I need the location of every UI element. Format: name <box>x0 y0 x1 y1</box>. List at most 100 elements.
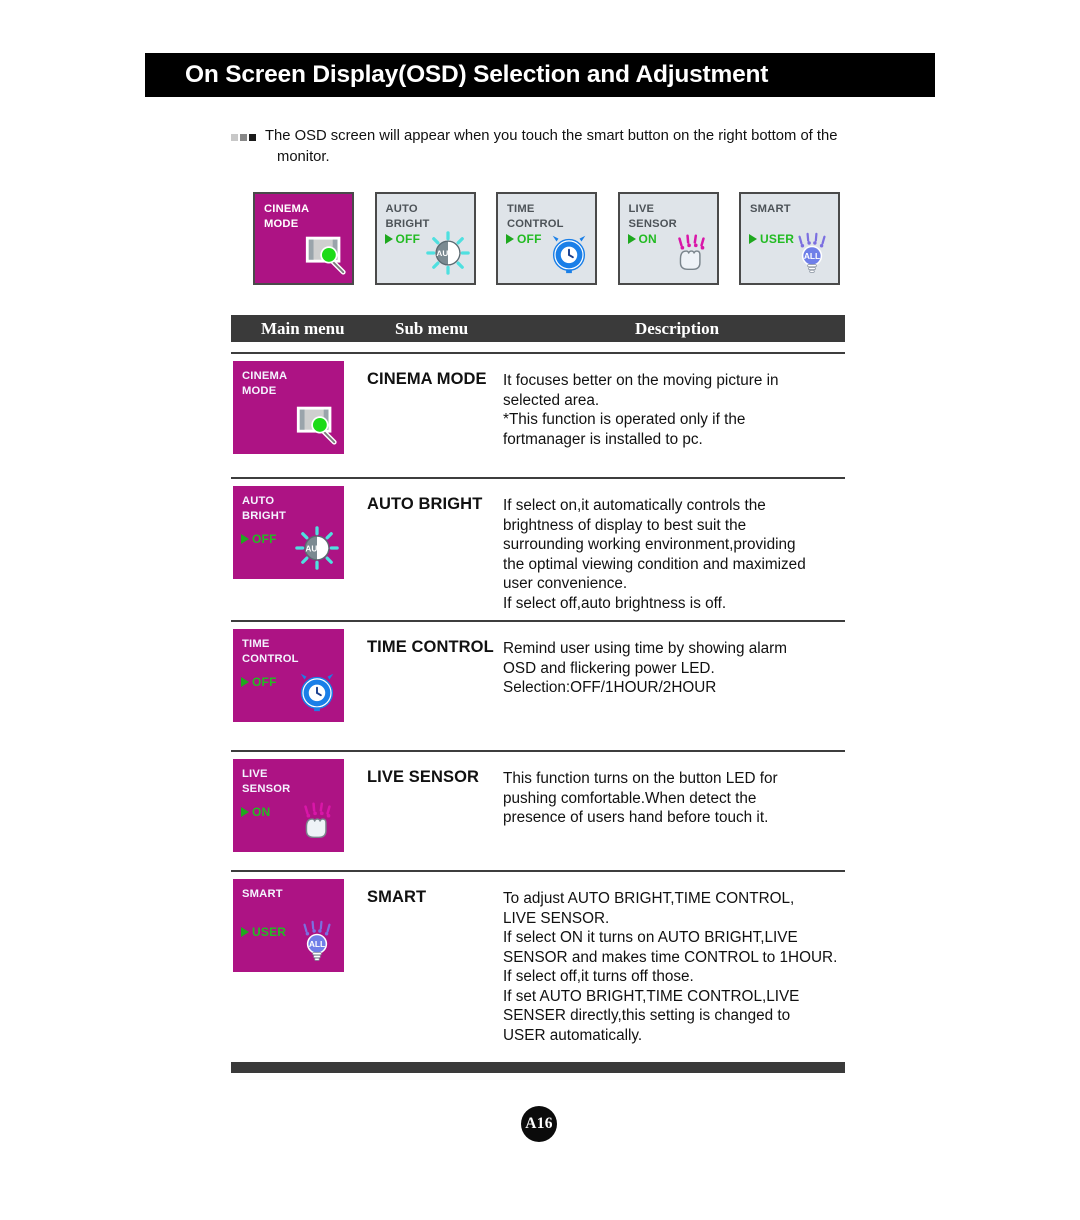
three-squares-bullet-icon <box>231 126 256 141</box>
smart-glyph: ALL <box>789 230 835 281</box>
description-line: presence of users hand before touch it. <box>503 809 769 826</box>
intro-line-2: monitor. <box>277 149 330 165</box>
osd-tile-label: TIME CONTROL <box>242 638 299 665</box>
description-line: If select on,it automatically controls t… <box>503 497 766 514</box>
submenu-label: AUTO BRIGHT <box>367 495 483 513</box>
description-line: LIVE SENSOR. <box>503 909 610 927</box>
play-arrow-icon <box>627 234 636 244</box>
osd-tile-label: LIVE SENSOR <box>242 768 291 795</box>
description-line: SENSOR and makes time CONTROL to 1HOUR. <box>503 948 838 966</box>
osd-tile-label: AUTO BRIGHT <box>385 203 430 230</box>
column-header-description: Description <box>635 319 720 338</box>
description-line: OSD and flickering power LED. <box>503 659 715 677</box>
svg-text:ALL: ALL <box>309 939 325 949</box>
osd-tile-cinema: CINEMA MODE <box>233 361 344 454</box>
description-text: If select on,it automatically controls t… <box>503 496 806 613</box>
description-line: USER automatically. <box>503 1026 643 1044</box>
row-divider <box>231 620 845 622</box>
osd-tile-auto[interactable]: AUTO BRIGHT OFF AUTO <box>374 192 476 285</box>
submenu-label: TIME CONTROL <box>367 638 494 656</box>
live-sensor-glyph <box>668 230 714 281</box>
osd-tile-value-text: ON <box>252 805 271 819</box>
description-line: surrounding working environment,providin… <box>503 536 796 553</box>
osd-tile-value: ON <box>241 805 270 819</box>
svg-text:AUTO: AUTO <box>436 249 460 258</box>
svg-text:ALL: ALL <box>804 251 820 261</box>
description-text: Remind user using time by showing alarm O… <box>503 639 787 698</box>
osd-tile-value: ON <box>627 232 657 246</box>
description-line: If select off,auto brightness is off. <box>503 594 727 612</box>
osd-tile-value: OFF <box>384 232 421 246</box>
intro-line-1: The OSD screen will appear when you touc… <box>265 128 838 144</box>
table-header: Main menu Sub menu Description <box>231 315 845 342</box>
osd-tile-live[interactable]: LIVE SENSOR ON <box>617 192 719 285</box>
osd-tile-value: USER <box>749 232 794 246</box>
osd-tile-label: AUTO BRIGHT <box>242 495 287 522</box>
description-line: selected area. <box>503 391 600 409</box>
osd-tile-value-text: OFF <box>252 675 277 689</box>
play-arrow-icon <box>749 234 757 244</box>
play-arrow-icon <box>241 677 249 687</box>
description-line: This function turns on the button LED fo… <box>503 770 778 787</box>
description-line: fortmanager is installed to pc. <box>503 430 703 448</box>
description-text: To adjust AUTO BRIGHT,TIME CONTROL, LIVE … <box>503 889 837 1045</box>
description-line: user convenience. <box>503 575 628 592</box>
description-line: If set AUTO BRIGHT,TIME CONTROL,LIVE <box>503 987 800 1005</box>
play-arrow-icon <box>384 234 393 244</box>
description-line: SENSER directly,this setting is changed … <box>503 1007 791 1024</box>
row-divider <box>231 352 845 354</box>
manual-page: On Screen Display(OSD) Selection and Adj… <box>0 0 1080 1220</box>
osd-tile-label: SMART <box>242 888 283 900</box>
submenu-label: LIVE SENSOR <box>367 768 480 786</box>
auto-bright-glyph: AUTO <box>425 230 471 281</box>
column-header-main-menu: Main menu <box>261 319 345 338</box>
play-arrow-icon <box>241 534 249 544</box>
description-line: the optimal viewing condition and maximi… <box>503 555 806 573</box>
osd-tile-label: CINEMA MODE <box>242 370 288 397</box>
osd-tile-smart[interactable]: SMART USER ALL <box>739 192 840 285</box>
description-line: Selection:OFF/1HOUR/2HOUR <box>503 679 717 696</box>
time-control-glyph <box>294 668 340 719</box>
play-arrow-icon <box>241 807 249 817</box>
auto-bright-glyph: AUTO <box>294 525 340 576</box>
intro-text: The OSD screen will appear when you touc… <box>256 126 837 168</box>
osd-tile-value: USER <box>241 925 286 939</box>
osd-tile-smart: SMART USER ALL <box>233 879 344 972</box>
submenu-label: CINEMA MODE <box>367 370 487 388</box>
osd-tile-time[interactable]: TIME CONTROL OFF <box>496 192 597 285</box>
osd-tile-label: TIME CONTROL <box>507 203 564 230</box>
osd-tile-value-text: OFF <box>395 232 421 246</box>
description-text: This function turns on the button LED fo… <box>503 769 778 828</box>
osd-tile-value-text: ON <box>638 232 657 246</box>
page-title-bar: On Screen Display(OSD) Selection and Adj… <box>145 53 935 97</box>
osd-tile-label: SMART <box>750 203 791 215</box>
play-arrow-icon <box>506 234 514 244</box>
footer-rule <box>231 1062 845 1073</box>
cinema-mode-glyph <box>294 400 340 451</box>
smart-glyph: ALL <box>294 918 340 969</box>
osd-tile-cinema[interactable]: CINEMA MODE <box>253 192 354 285</box>
osd-tile-value-text: OFF <box>517 232 542 246</box>
submenu-label: SMART <box>367 888 427 906</box>
column-header-sub-menu: Sub menu <box>395 319 469 338</box>
svg-text:AUTO: AUTO <box>305 544 329 553</box>
osd-tile-auto: AUTO BRIGHT OFF AUTO <box>233 486 344 579</box>
row-divider <box>231 750 845 752</box>
osd-tile-value-text: USER <box>252 925 287 939</box>
description-line: Remind user using time by showing alarm <box>503 640 787 657</box>
time-control-glyph <box>546 230 592 281</box>
row-divider <box>231 477 845 479</box>
osd-tile-time: TIME CONTROL OFF <box>233 629 344 722</box>
page-title: On Screen Display(OSD) Selection and Adj… <box>185 61 769 88</box>
page-number-badge: A16 <box>521 1106 557 1142</box>
osd-tile-value: OFF <box>506 232 542 246</box>
description-line: To adjust AUTO BRIGHT,TIME CONTROL, <box>503 890 795 907</box>
description-line: brightness of display to best suit the <box>503 516 747 534</box>
description-line: It focuses better on the moving picture … <box>503 372 779 389</box>
intro-note: The OSD screen will appear when you touc… <box>231 126 871 168</box>
play-arrow-icon <box>241 927 249 937</box>
osd-tile-value-text: OFF <box>252 532 277 546</box>
osd-tile-label: LIVE SENSOR <box>628 203 677 230</box>
live-sensor-glyph <box>294 798 340 849</box>
osd-tile-label: CINEMA MODE <box>264 203 310 230</box>
